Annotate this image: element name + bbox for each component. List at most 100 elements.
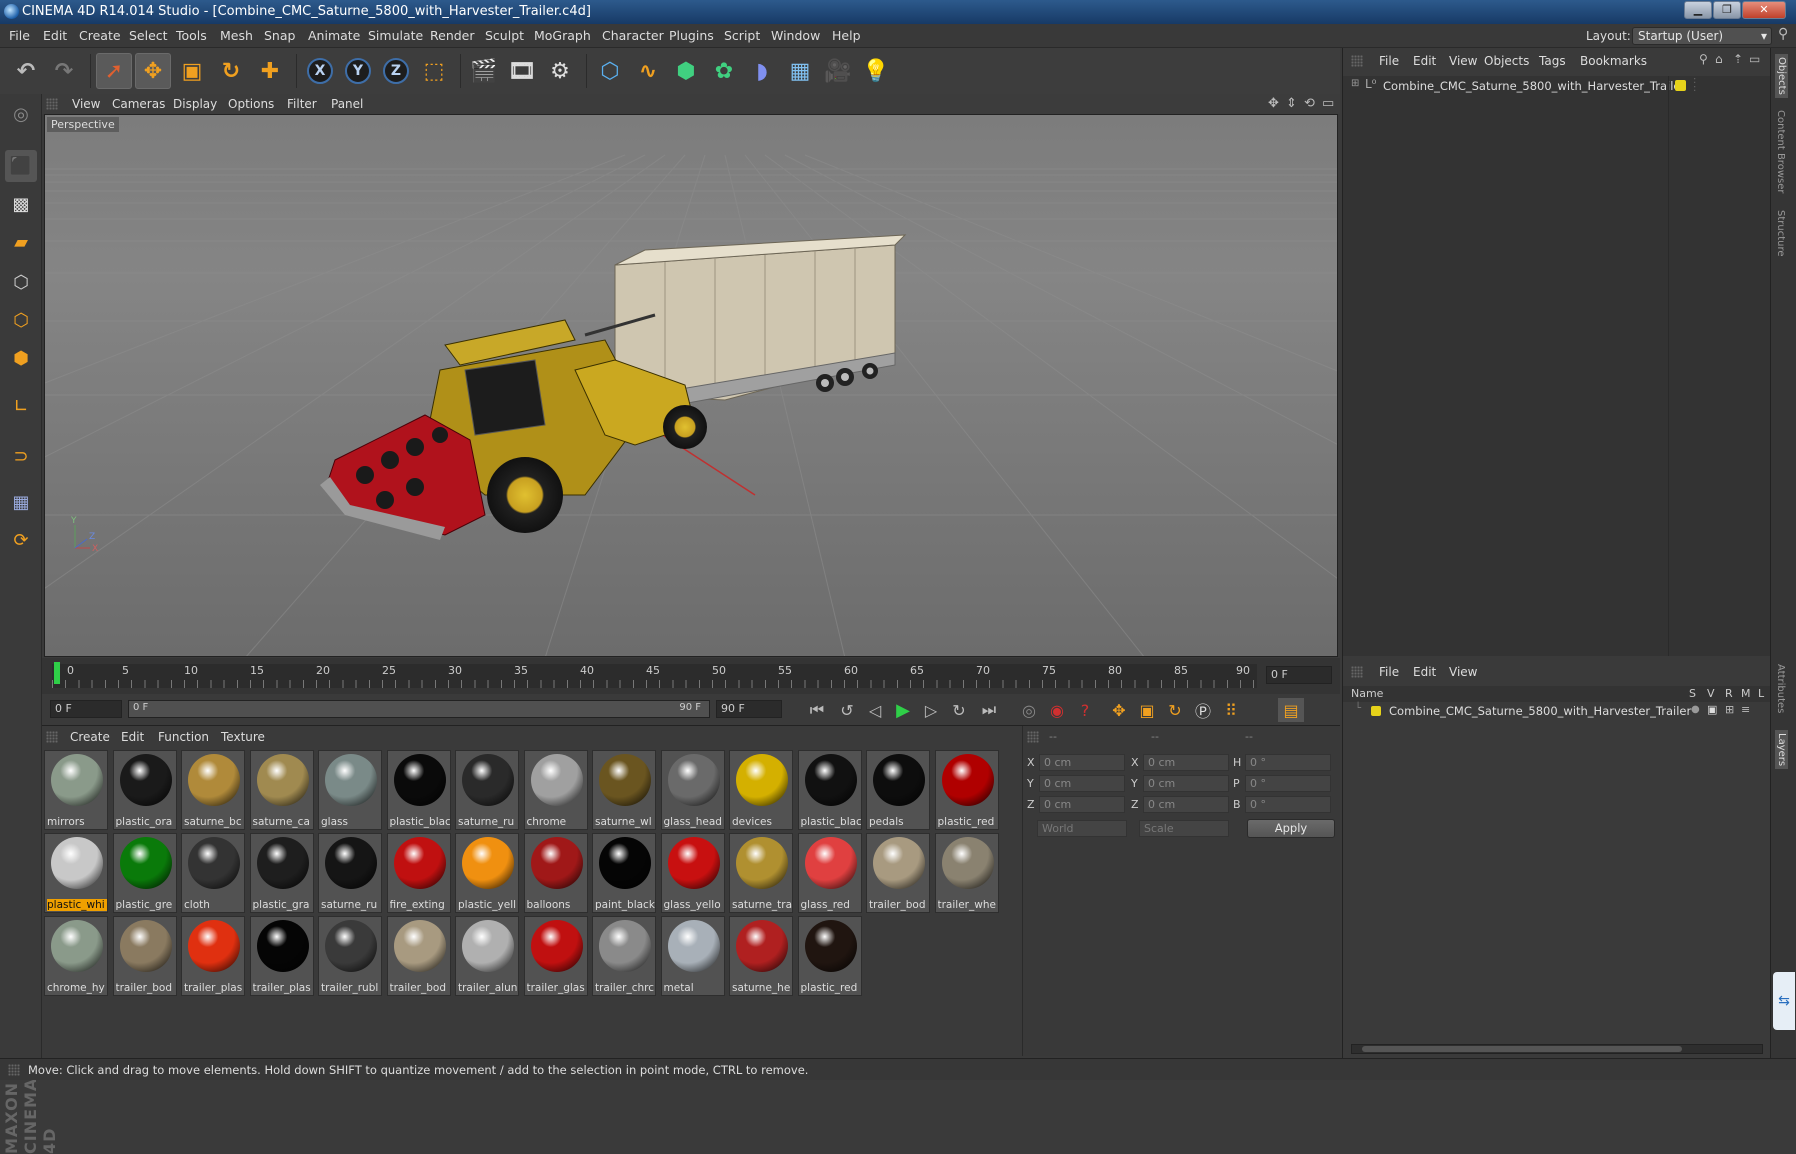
material-swatch[interactable]: plastic_yell (455, 833, 519, 913)
vp-menu-options[interactable]: Options (228, 94, 274, 114)
mograph-cloner-icon[interactable]: ✿ (706, 53, 742, 89)
floor-scene-icon[interactable]: ▦ (782, 53, 818, 89)
key-pla-icon[interactable]: ⠿ (1218, 698, 1244, 722)
visibility-toggle-icon[interactable]: ▣ (1707, 703, 1717, 716)
quantize-icon[interactable]: ⟳ (5, 524, 37, 556)
material-swatch[interactable]: plastic_whi (44, 833, 108, 913)
material-swatch[interactable]: balloons (523, 833, 588, 913)
menu-file[interactable]: File (9, 24, 30, 48)
minimize-button[interactable]: ▁ (1684, 1, 1712, 19)
tab-layers[interactable]: Layers (1775, 730, 1788, 770)
preview-range-slider[interactable]: 0 F 90 F (128, 700, 710, 718)
home-icon[interactable]: ⌂ (1715, 52, 1723, 66)
make-editable-icon[interactable]: ◎ (5, 98, 37, 130)
workplane-lock-icon[interactable]: ▦ (5, 486, 37, 518)
key-rotation-icon[interactable]: ↻ (1162, 698, 1188, 722)
search-icon[interactable]: ⚲ (1699, 52, 1708, 66)
tab-content-browser[interactable]: Content Browser (1775, 110, 1786, 193)
vp-menu-panel[interactable]: Panel (331, 94, 363, 114)
menu-character[interactable]: Character (602, 24, 664, 48)
goto-start-icon[interactable]: ⏮ (804, 698, 830, 722)
edges-mode-icon[interactable]: ⬡ (5, 304, 37, 336)
obj-menu-objects[interactable]: Objects (1484, 50, 1529, 72)
move-tool-icon[interactable]: ✥ (135, 53, 171, 89)
workplane-mode-icon[interactable]: ▰ (5, 226, 37, 258)
add-tool-icon[interactable]: ✚ (252, 53, 288, 89)
menu-window[interactable]: Window (771, 24, 820, 48)
material-swatch[interactable]: devices (729, 750, 793, 830)
tab-attributes[interactable]: Attributes (1775, 664, 1786, 713)
apply-button[interactable]: Apply (1247, 819, 1335, 838)
coordinate-space-select[interactable]: World (1037, 820, 1127, 837)
mat-menu-edit[interactable]: Edit (121, 726, 144, 748)
goto-end-icon[interactable]: ⏭ (976, 698, 1002, 722)
prev-frame-icon[interactable]: ◁ (862, 698, 888, 722)
menu-animate[interactable]: Animate (308, 24, 360, 48)
mat-menu-function[interactable]: Function (158, 726, 209, 748)
material-swatch[interactable]: glass_red (797, 833, 862, 913)
material-swatch[interactable]: paint_black (592, 833, 656, 913)
horizontal-scrollbar[interactable] (1351, 1044, 1763, 1054)
solo-toggle-icon[interactable]: ● (1691, 704, 1700, 715)
key-parameter-icon[interactable]: Ⓟ (1190, 698, 1216, 722)
material-swatch[interactable]: chrome_hy (44, 916, 108, 996)
material-swatch[interactable]: trailer_plas (249, 916, 314, 996)
perspective-viewport[interactable]: Y X Z Perspective (44, 114, 1338, 657)
material-swatch[interactable]: plastic_gre (112, 833, 177, 913)
material-swatch[interactable]: saturne_ru (455, 750, 519, 830)
material-swatch[interactable]: trailer_bod (112, 916, 177, 996)
menu-tools[interactable]: Tools (176, 24, 207, 48)
nurbs-icon[interactable]: ⬢ (668, 53, 704, 89)
layout-select[interactable]: Startup (User) (1632, 27, 1772, 45)
material-swatch[interactable]: trailer_bod (866, 833, 930, 913)
vp-menu-filter[interactable]: Filter (287, 94, 317, 114)
autokey-icon[interactable]: ◉ (1044, 698, 1070, 722)
rotate-tool-icon[interactable]: ↻ (213, 53, 249, 89)
material-swatch[interactable]: trailer_rubl (318, 916, 382, 996)
spline-pen-icon[interactable]: ∿ (630, 53, 666, 89)
scale-tool-icon[interactable]: ▣ (174, 53, 210, 89)
mat-menu-texture[interactable]: Texture (221, 726, 265, 748)
deformer-icon[interactable]: ◗ (744, 53, 780, 89)
model-mode-icon[interactable]: ⬛ (5, 150, 37, 182)
key-scale-icon[interactable]: ▣ (1134, 698, 1160, 722)
material-swatch[interactable]: saturne_wl (592, 750, 656, 830)
obj-menu-view[interactable]: View (1449, 50, 1477, 72)
snapping-icon[interactable]: ⊃ (5, 440, 37, 472)
layer-menu-view[interactable]: View (1449, 660, 1477, 684)
key-position-icon[interactable]: ✥ (1106, 698, 1132, 722)
render-view-icon[interactable]: 🎬 (466, 53, 502, 89)
material-swatch[interactable]: glass_head (660, 750, 725, 830)
material-swatch[interactable]: glass_yello (660, 833, 725, 913)
pos-x-field[interactable]: 0 cm (1039, 754, 1125, 771)
teamviewer-icon[interactable]: ⇆ (1773, 972, 1795, 1030)
render-picture-viewer-icon[interactable]: 🎞 (504, 53, 540, 89)
menu-script[interactable]: Script (724, 24, 760, 48)
name-column-header[interactable]: Name (1351, 687, 1383, 700)
live-selection-icon[interactable]: ➚ (96, 53, 132, 89)
material-swatch[interactable]: saturne_ru (318, 833, 382, 913)
menu-plugins[interactable]: Plugins (669, 24, 714, 48)
obj-menu-edit[interactable]: Edit (1413, 50, 1436, 72)
layer-color-swatch[interactable] (1371, 706, 1381, 716)
close-button[interactable]: ✕ (1742, 1, 1786, 19)
pos-y-field[interactable]: 0 cm (1039, 775, 1125, 792)
tab-structure[interactable]: Structure (1775, 210, 1786, 257)
obj-menu-bookmarks[interactable]: Bookmarks (1580, 50, 1647, 72)
visibility-dots-icon[interactable]: :: (1693, 76, 1696, 94)
search-icon[interactable]: ⚲ (1778, 26, 1788, 42)
timeline[interactable]: 0 5 10 15 20 25 30 35 40 45 50 55 60 65 … (42, 658, 1340, 694)
rot-b-field[interactable]: 0 ° (1245, 796, 1331, 813)
rot-p-field[interactable]: 0 ° (1245, 775, 1331, 792)
material-swatch[interactable]: mirrors (44, 750, 108, 830)
material-swatch[interactable]: plastic_blac (386, 750, 451, 830)
material-swatch[interactable]: fire_exting (386, 833, 451, 913)
play-icon[interactable]: ▶ (890, 698, 916, 722)
menu-mograph[interactable]: MoGraph (534, 24, 591, 48)
next-keyframe-icon[interactable]: ↻ (946, 698, 972, 722)
material-swatch[interactable]: plastic_red (934, 750, 999, 830)
material-swatch[interactable]: plastic_blac (797, 750, 862, 830)
points-mode-icon[interactable]: ⬡ (5, 266, 37, 298)
maximize-view-icon[interactable]: ▭ (1322, 96, 1334, 111)
vp-menu-cameras[interactable]: Cameras (112, 94, 165, 114)
